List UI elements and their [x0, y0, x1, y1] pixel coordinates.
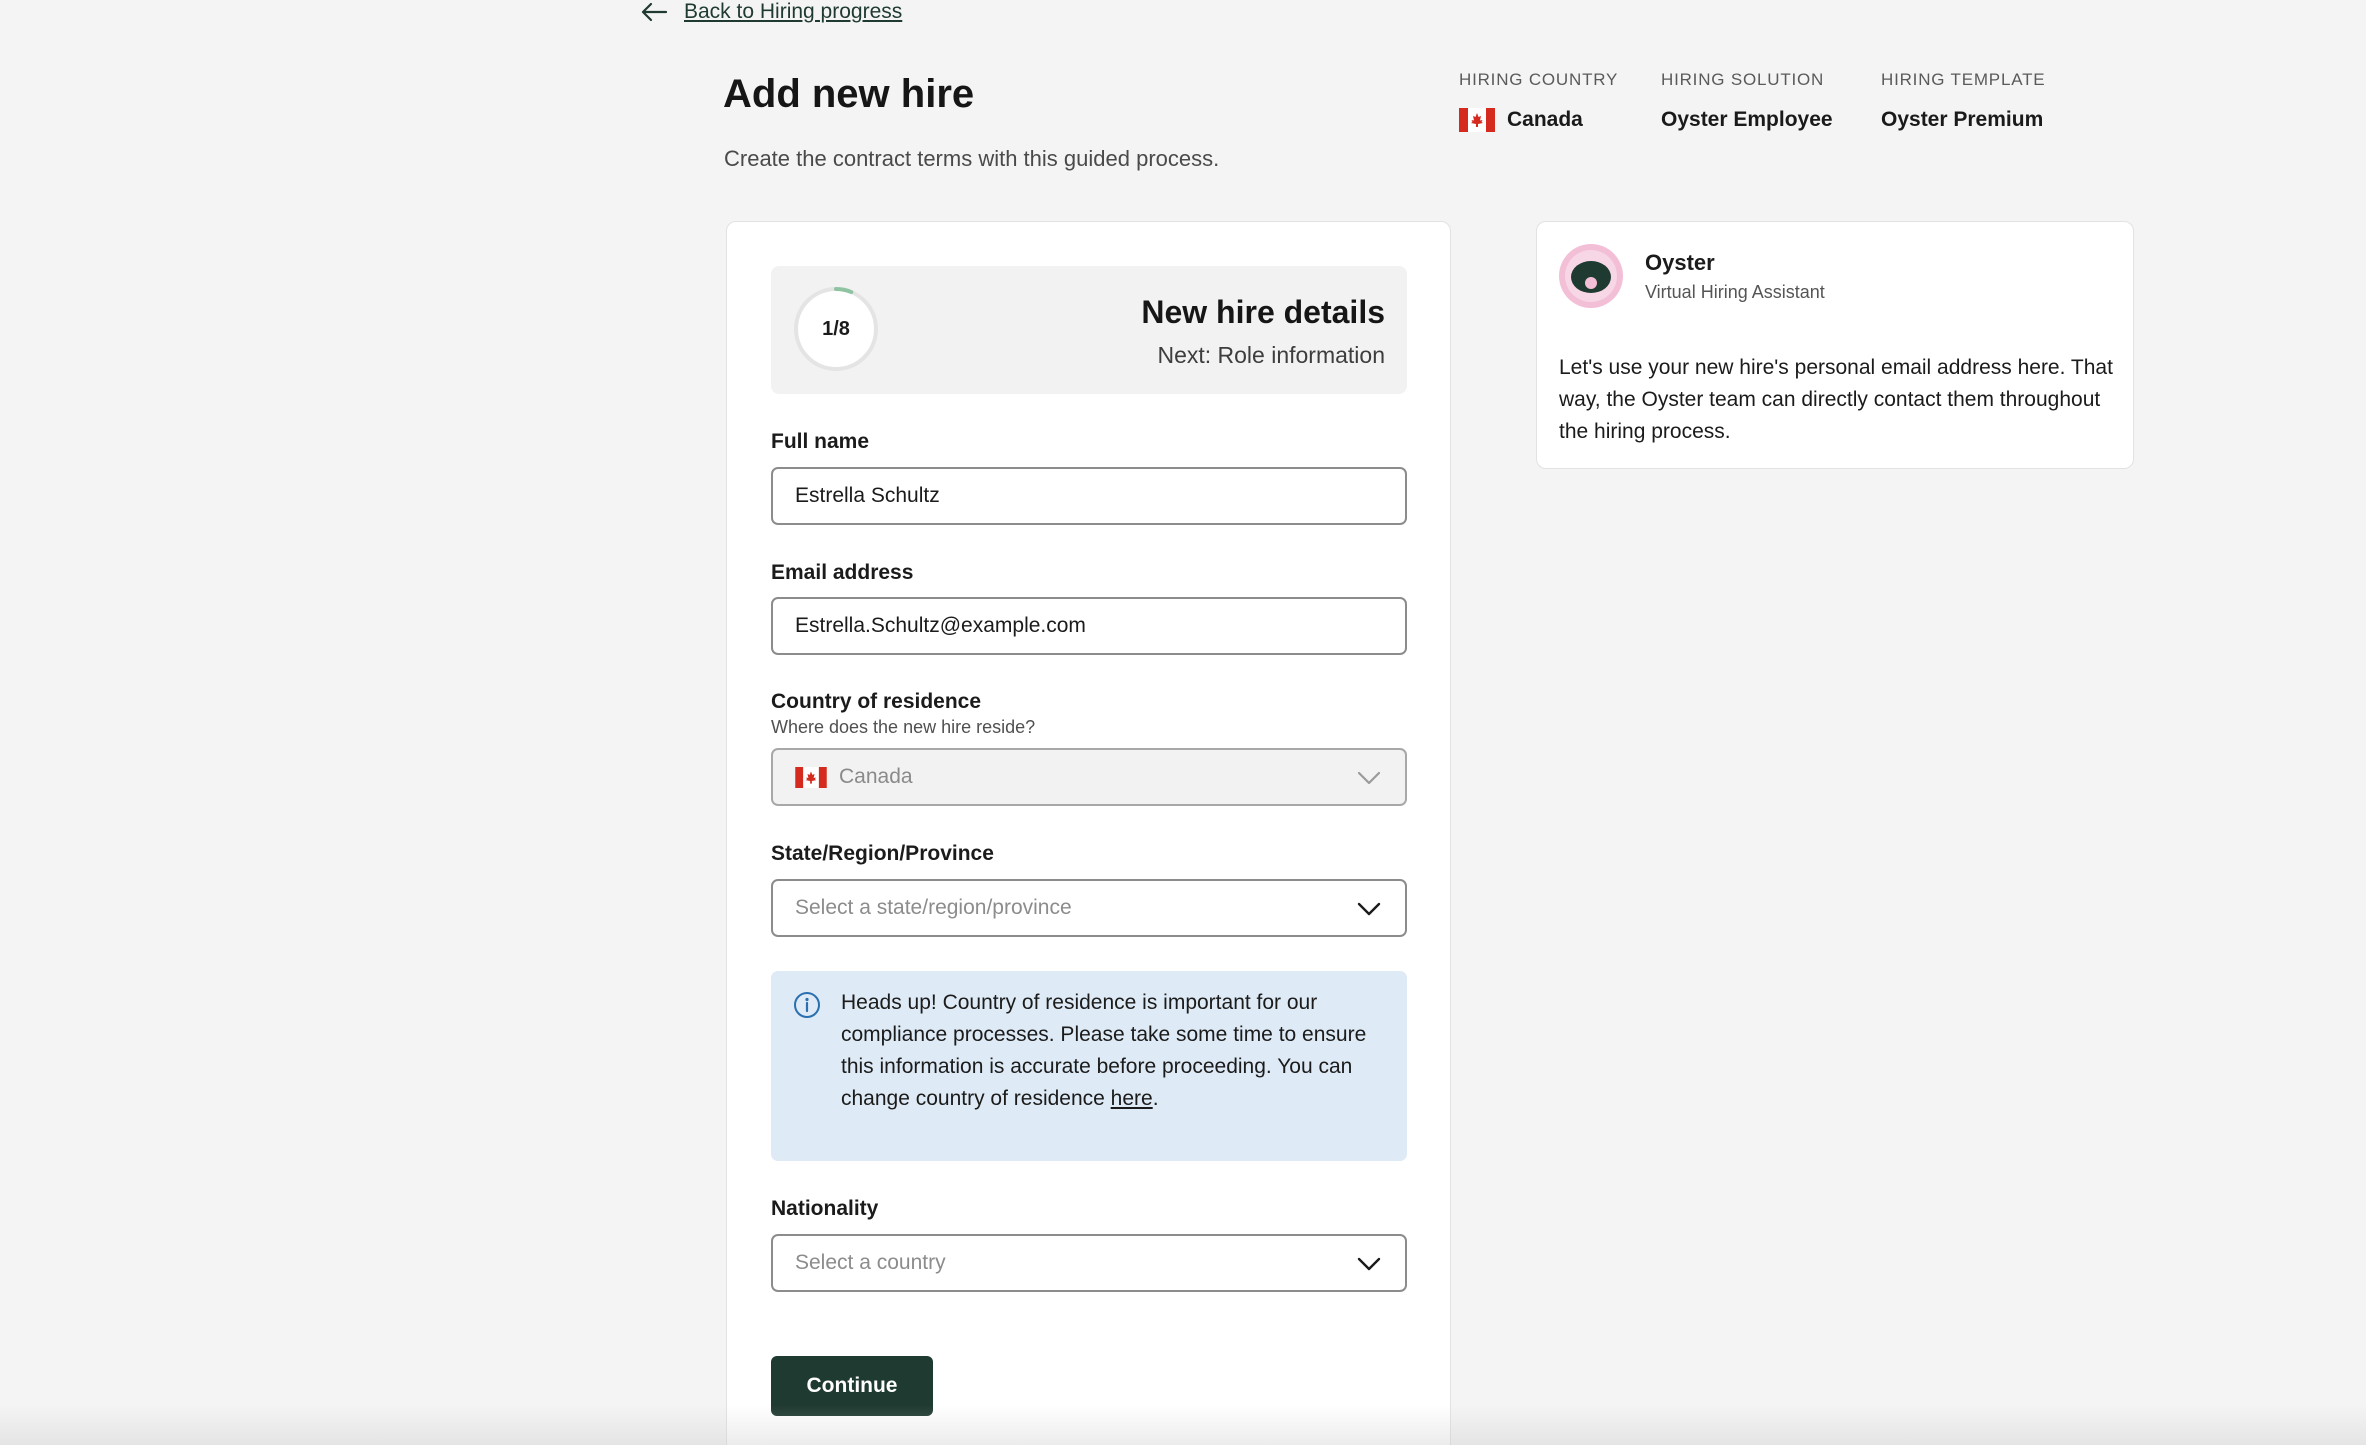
assistant-message: Let's use your new hire's personal email…	[1559, 356, 2113, 443]
chevron-down-icon	[1357, 771, 1381, 785]
back-to-hiring-progress-link[interactable]: Back to Hiring progress	[640, 0, 902, 24]
continue-button[interactable]: Continue	[771, 1356, 933, 1416]
full-name-value: Estrella Schultz	[795, 484, 940, 507]
canada-flag-icon	[795, 766, 827, 788]
canada-flag-icon	[1459, 108, 1495, 132]
country-of-residence-select[interactable]: Canada	[771, 748, 1407, 806]
hiring-country-value: Canada	[1507, 108, 1583, 131]
oyster-avatar-icon	[1559, 244, 1623, 308]
virtual-assistant-card: Oyster Virtual Hiring Assistant Let's us…	[1536, 221, 2134, 469]
state-placeholder: Select a state/region/province	[795, 896, 1072, 919]
nationality-select[interactable]: Select a country	[771, 1234, 1407, 1292]
hiring-template-label: HIRING TEMPLATE	[1881, 70, 2046, 89]
hiring-template-value: Oyster Premium	[1881, 108, 2044, 131]
hiring-solution-label: HIRING SOLUTION	[1661, 70, 1825, 89]
hiring-template-meta: HIRING TEMPLATE Oyster Premium	[1881, 70, 2045, 132]
step-progress-box: 1/8 New hire details Next: Role informat…	[771, 266, 1407, 394]
page-subtitle: Create the contract terms with this guid…	[724, 146, 1220, 171]
assistant-name: Oyster	[1645, 250, 1715, 275]
step-counter: 1/8	[822, 317, 850, 340]
arrow-left-icon	[641, 2, 668, 22]
step-title: New hire details	[1141, 294, 1385, 330]
residence-compliance-alert: Heads up! Country of residence is import…	[771, 971, 1407, 1161]
email-value: Estrella.Schultz@example.com	[795, 614, 1086, 637]
full-name-input[interactable]: Estrella Schultz	[771, 467, 1407, 525]
hiring-solution-value: Oyster Employee	[1661, 108, 1833, 131]
page-title: Add new hire	[723, 72, 975, 116]
hiring-country-label: HIRING COUNTRY	[1459, 70, 1619, 89]
state-label: State/Region/Province	[771, 842, 994, 865]
nationality-placeholder: Select a country	[795, 1251, 946, 1274]
new-hire-form-card: 1/8 New hire details Next: Role informat…	[726, 221, 1451, 1445]
email-input[interactable]: Estrella.Schultz@example.com	[771, 597, 1407, 655]
nationality-label: Nationality	[771, 1197, 879, 1220]
full-name-label: Full name	[771, 430, 870, 453]
back-link-label: Back to Hiring progress	[684, 0, 903, 23]
residence-label: Country of residence	[771, 690, 982, 713]
next-step-label: Next: Role information	[1157, 342, 1385, 368]
assistant-role: Virtual Hiring Assistant	[1645, 282, 1825, 302]
residence-help-text: Where does the new hire reside?	[771, 717, 1036, 737]
chevron-down-icon	[1357, 1257, 1381, 1271]
hiring-solution-meta: HIRING SOLUTION Oyster Employee	[1661, 70, 1833, 132]
alert-period: .	[1152, 1087, 1159, 1110]
hiring-country-meta: HIRING COUNTRY Canada	[1459, 70, 1618, 132]
chevron-down-icon	[1357, 902, 1381, 916]
state-select[interactable]: Select a state/region/province	[771, 879, 1407, 937]
alert-message: Heads up! Country of residence is import…	[841, 991, 1367, 1110]
change-residence-link[interactable]: here	[1111, 1087, 1153, 1110]
residence-value: Canada	[839, 765, 913, 788]
info-icon	[794, 992, 820, 1018]
email-label: Email address	[771, 561, 914, 584]
